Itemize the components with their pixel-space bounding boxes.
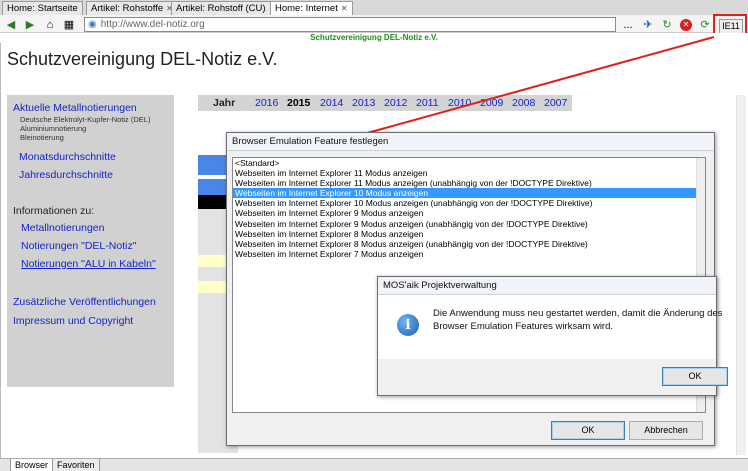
emulation-ok-button[interactable]: OK: [551, 421, 625, 440]
year-link[interactable]: 2016: [255, 95, 278, 111]
nav-jahres[interactable]: Jahresdurchschnitte: [19, 169, 113, 181]
nav-sub-blei[interactable]: Bleinotierung: [20, 133, 64, 142]
list-item[interactable]: Webseiten im Internet Explorer 11 Modus …: [233, 178, 705, 188]
year-current: 2015: [287, 97, 311, 109]
home-icon[interactable]: ⌂: [42, 17, 58, 32]
message-body: i Die Anwendung muss neu gestartet werde…: [378, 295, 722, 359]
tab-close-icon[interactable]: ✕: [341, 4, 348, 13]
list-item[interactable]: Webseiten im Internet Explorer 9 Modus a…: [233, 219, 705, 229]
list-item[interactable]: Webseiten im Internet Explorer 9 Modus a…: [233, 208, 705, 218]
list-item[interactable]: Webseiten im Internet Explorer 10 Modus …: [233, 198, 705, 208]
year-link[interactable]: 2007: [544, 95, 567, 111]
message-ok-button[interactable]: OK: [662, 367, 728, 386]
year-link[interactable]: 2013: [352, 95, 375, 111]
tab-internet[interactable]: Home: Internet ✕: [270, 1, 353, 15]
year-label: Jahr: [213, 97, 236, 109]
pin-icon[interactable]: ✈: [640, 17, 656, 32]
tab-rohstoffe[interactable]: Artikel: Rohstoffe ✕: [86, 1, 178, 15]
grid-icon[interactable]: ▦: [61, 17, 77, 32]
page-scrollbar[interactable]: [736, 95, 746, 455]
emulation-dialog-title: Browser Emulation Feature festlegen: [227, 133, 714, 151]
site-title: Schutzvereinigung DEL-Notiz e.V.: [7, 49, 278, 69]
message-text: Die Anwendung muss neu gestartet werden,…: [433, 308, 723, 332]
nav-alu[interactable]: Notierungen "ALU in Kabeln": [21, 258, 156, 270]
nav-impressum[interactable]: Impressum und Copyright: [13, 315, 133, 327]
tab-bar: Home: Startseite Artikel: Rohstoffe ✕ Art…: [0, 0, 748, 15]
back-icon[interactable]: ◀: [3, 17, 19, 32]
site-nav: Aktuelle Metallnotierungen Deutsche Elek…: [7, 95, 174, 387]
tab-browser[interactable]: Browser: [10, 459, 54, 471]
year-link[interactable]: 2008: [512, 95, 535, 111]
nav-monats[interactable]: Monatsdurchschnitte: [19, 151, 116, 163]
tab-startseite[interactable]: Home: Startseite: [2, 1, 83, 15]
reload-page-icon[interactable]: ⟳: [697, 17, 713, 32]
nav-del[interactable]: Notierungen "DEL-Notiz": [21, 240, 136, 252]
list-item[interactable]: Webseiten im Internet Explorer 8 Modus a…: [233, 229, 705, 239]
year-link[interactable]: 2010: [448, 95, 471, 111]
globe-icon: ◉: [88, 19, 97, 30]
year-link[interactable]: 2009: [480, 95, 503, 111]
nav-aktuelle[interactable]: Aktuelle Metallnotierungen: [13, 102, 137, 114]
nav-info-heading: Informationen zu:: [13, 205, 95, 217]
list-item[interactable]: Webseiten im Internet Explorer 8 Modus a…: [233, 239, 705, 249]
more-button[interactable]: ...: [620, 17, 636, 32]
forward-icon[interactable]: ▶: [22, 17, 38, 32]
ie-mode-button[interactable]: IE11: [719, 19, 743, 34]
year-bar: Jahr 2016 2015 2014 2013 2012 2011 2010 …: [198, 95, 572, 111]
refresh-arrow-icon[interactable]: ↻: [659, 17, 675, 32]
nav-metall[interactable]: Metallnotierungen: [21, 222, 104, 234]
emulation-cancel-button[interactable]: Abbrechen: [629, 421, 703, 440]
year-link[interactable]: 2011: [416, 95, 439, 111]
stop-icon[interactable]: ✕: [678, 17, 694, 32]
address-bar[interactable]: ◉ http://www.del-notiz.org: [84, 17, 616, 32]
info-icon: i: [397, 314, 419, 336]
nav-sub-alu[interactable]: Aluminiumnotierung: [20, 124, 86, 133]
list-item-selected[interactable]: Webseiten im Internet Explorer 10 Modus …: [233, 188, 705, 199]
browser-toolbar: ◀ ▶ ⌂ ▦ ◉ http://www.del-notiz.org ... ✈ …: [0, 15, 748, 33]
message-dialog: MOS'aik Projektverwaltung i Die Anwendun…: [377, 276, 728, 396]
message-dialog-title: MOS'aik Projektverwaltung: [378, 277, 716, 295]
list-item[interactable]: <Standard>: [233, 158, 705, 168]
list-item[interactable]: Webseiten im Internet Explorer 7 Modus a…: [233, 249, 705, 259]
year-link[interactable]: 2014: [320, 95, 343, 111]
list-item[interactable]: Webseiten im Internet Explorer 11 Modus …: [233, 168, 705, 178]
year-link[interactable]: 2012: [384, 95, 407, 111]
nav-sub-del[interactable]: Deutsche Elektrolyt-Kupfer-Notiz (DEL): [20, 115, 150, 124]
bottom-tab-bar: Browser Favoriten: [0, 458, 748, 471]
tab-rohstoff-cu[interactable]: Artikel: Rohstoff (CU)✕: [171, 1, 281, 15]
nav-zusatz[interactable]: Zusätzliche Veröffentlichungen: [13, 296, 156, 308]
tab-favoriten[interactable]: Favoriten: [52, 459, 100, 471]
org-banner: Schutzvereinigung DEL-Notiz e.V.: [0, 33, 748, 43]
